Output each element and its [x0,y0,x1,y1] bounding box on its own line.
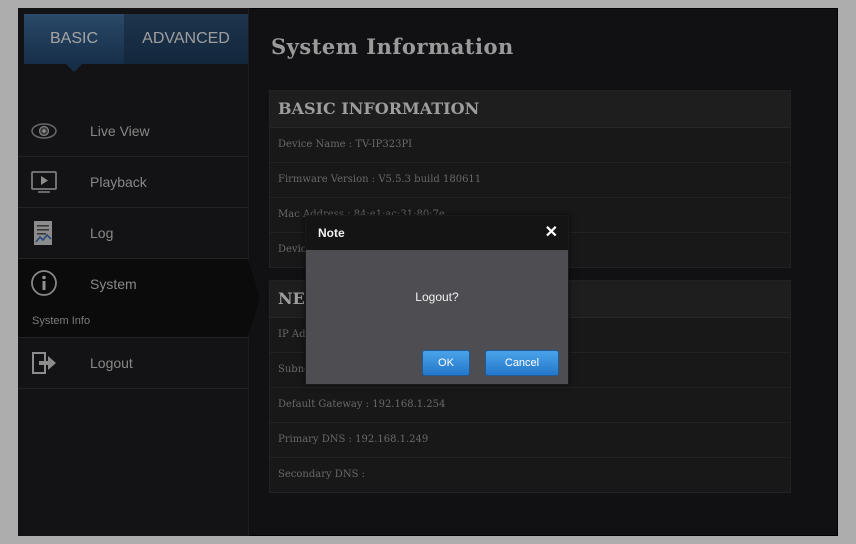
dialog-message: Logout? [415,290,459,304]
ok-button[interactable]: OK [422,350,470,376]
logout-dialog: Note ✕ Logout? OK Cancel [305,215,569,385]
dialog-header: Note ✕ [306,216,568,250]
dialog-title: Note [318,226,345,240]
close-icon[interactable]: ✕ [545,222,558,242]
cancel-button[interactable]: Cancel [485,350,559,376]
